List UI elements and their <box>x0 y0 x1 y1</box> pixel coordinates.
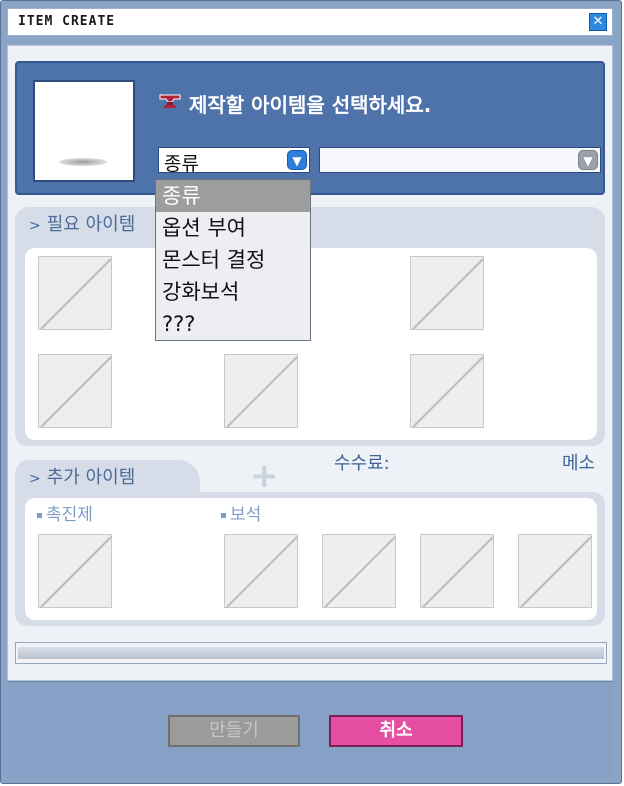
required-item-slot[interactable] <box>410 256 484 330</box>
category-select-value: 종류 <box>164 153 199 175</box>
close-icon[interactable]: ✕ <box>589 13 607 31</box>
make-button[interactable]: 만들기 <box>168 715 300 747</box>
fee-label: 수수료: <box>334 453 390 474</box>
bullet-icon <box>221 512 226 518</box>
category-dropdown-list[interactable]: 종류 옵션 부여 몬스터 결정 강화보석??? <box>155 179 311 341</box>
window-title: ITEM CREATE <box>18 14 116 29</box>
dropdown-option[interactable]: ??? <box>156 308 310 340</box>
cancel-button[interactable]: 취소 <box>329 715 463 747</box>
required-item-slot[interactable] <box>38 256 112 330</box>
chevron-right-icon: > <box>29 471 41 487</box>
progress-track <box>18 647 604 659</box>
gem-slot[interactable] <box>322 534 396 608</box>
chevron-right-icon: > <box>29 218 41 234</box>
additional-items-tab: > 추가 아이템 <box>15 460 200 496</box>
prompt-text: 제작할 아이템을 선택하세요. <box>189 93 432 117</box>
catalyst-label: 촉진제 <box>46 505 93 525</box>
selection-header-panel: 제작할 아이템을 선택하세요. 종류 ▼ ▼ <box>15 61 605 195</box>
preview-shadow <box>59 158 107 166</box>
title-bar[interactable]: ITEM CREATE ✕ <box>7 8 613 36</box>
gem-slot[interactable] <box>518 534 592 608</box>
catalyst-slot[interactable] <box>38 534 112 608</box>
required-item-slot[interactable] <box>410 354 484 428</box>
item-select[interactable]: ▼ <box>319 147 601 173</box>
gem-group-label: 보석 <box>221 500 261 525</box>
required-item-slot[interactable] <box>224 354 298 428</box>
dropdown-option[interactable]: 종류 <box>156 180 310 212</box>
additional-items-grid: 촉진제 보석 <box>25 498 597 620</box>
chevron-down-icon[interactable]: ▼ <box>578 150 598 170</box>
gem-slot[interactable] <box>224 534 298 608</box>
anvil-icon <box>159 94 181 108</box>
additional-items-label: 추가 아이템 <box>46 467 136 488</box>
dropdown-option[interactable]: 강화보석 <box>156 276 310 308</box>
required-items-label: 필요 아이템 <box>46 214 136 235</box>
item-preview-box <box>33 80 135 182</box>
dropdown-option[interactable]: 몬스터 결정 <box>156 244 310 276</box>
craft-progress-bar <box>15 642 607 664</box>
catalyst-group-label: 촉진제 <box>37 500 93 525</box>
required-item-slot[interactable] <box>38 354 112 428</box>
fee-unit: 메소 <box>562 453 596 474</box>
plus-icon: + <box>250 456 279 496</box>
button-bar: 만들기 취소 <box>7 681 613 777</box>
additional-items-panel: 촉진제 보석 <box>15 492 605 626</box>
gem-slot[interactable] <box>420 534 494 608</box>
dropdown-option[interactable]: 옵션 부여 <box>156 212 310 244</box>
chevron-down-icon[interactable]: ▼ <box>287 150 307 170</box>
required-items-grid <box>25 248 597 440</box>
category-select[interactable]: 종류 ▼ <box>158 147 310 175</box>
gem-label: 보석 <box>230 505 262 525</box>
bullet-icon <box>37 512 42 518</box>
window-content: 제작할 아이템을 선택하세요. 종류 ▼ ▼ > 필요 아이템 수수료: 메소 … <box>7 45 613 681</box>
item-create-window: ITEM CREATE ✕ 제작할 아이템을 선택하세요. 종류 ▼ ▼ > 필… <box>0 0 622 784</box>
